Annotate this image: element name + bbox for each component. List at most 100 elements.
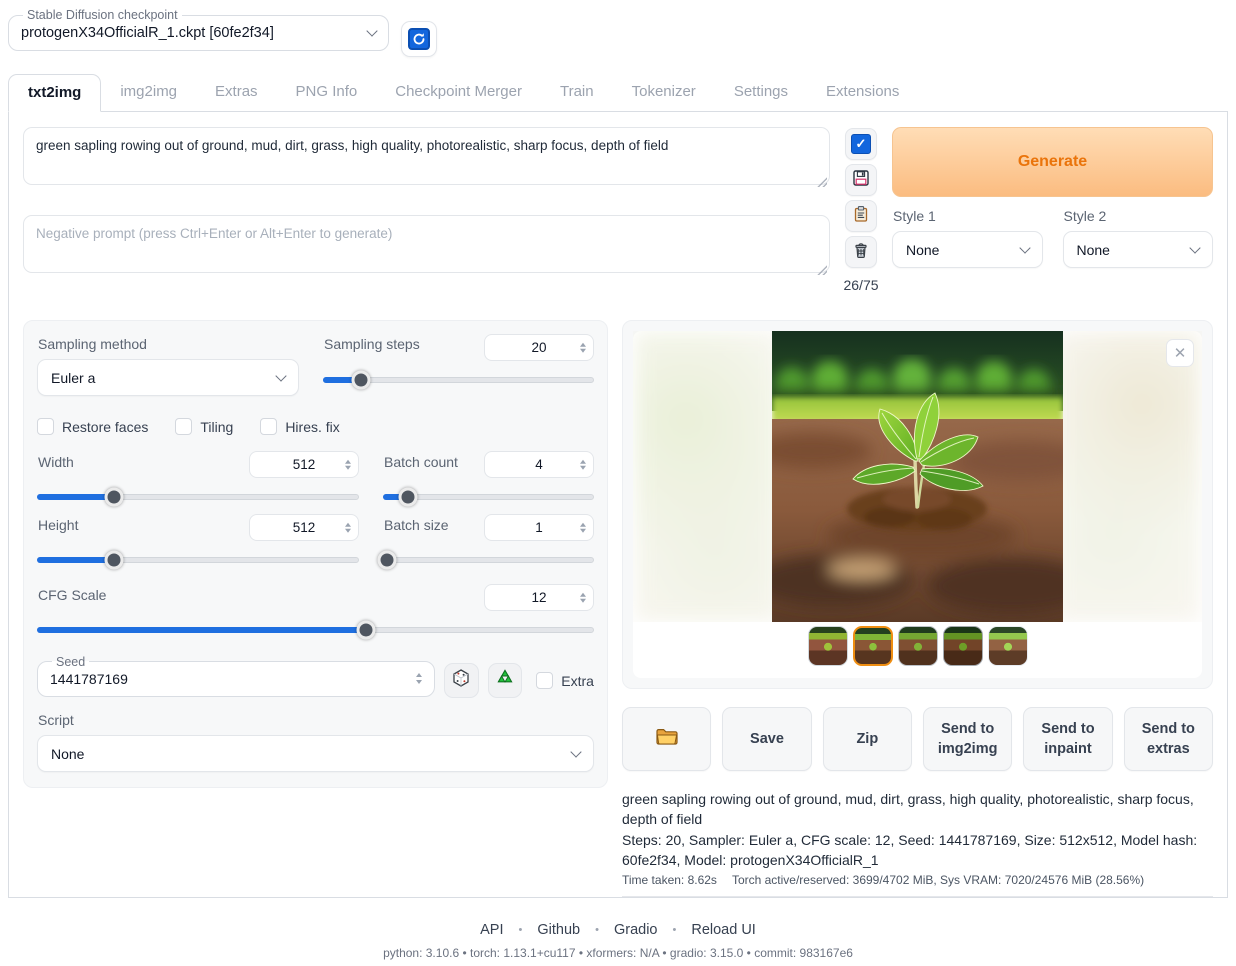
number-spinner[interactable] <box>345 522 351 533</box>
refresh-icon <box>408 28 430 50</box>
tab-settings[interactable]: Settings <box>715 74 807 111</box>
slider-thumb[interactable] <box>351 371 370 390</box>
width-slider[interactable] <box>37 488 359 506</box>
open-folder-button[interactable] <box>622 707 711 771</box>
style1-value: None <box>906 242 939 258</box>
slider-thumb[interactable] <box>356 621 375 640</box>
tab-img2img[interactable]: img2img <box>101 74 196 111</box>
extra-seed-checkbox[interactable]: Extra <box>536 672 594 689</box>
main-tabs: txt2img img2img Extras PNG Info Checkpoi… <box>8 74 1228 112</box>
version-info: python: 3.10.6 • torch: 1.13.1+cu117 • x… <box>8 946 1228 960</box>
close-icon[interactable]: ✕ <box>1166 339 1194 367</box>
folder-icon <box>655 726 679 752</box>
slider-thumb[interactable] <box>378 551 397 570</box>
checkbox-icon <box>37 418 54 435</box>
separator-dot: • <box>673 924 677 936</box>
slider-thumb[interactable] <box>105 488 124 507</box>
tab-txt2img[interactable]: txt2img <box>8 74 101 112</box>
restore-faces-checkbox[interactable]: Restore faces <box>37 418 148 435</box>
cfg-scale-label: CFG Scale <box>38 587 106 603</box>
apply-params-icon: ✓ <box>851 134 871 154</box>
height-slider[interactable] <box>37 551 359 569</box>
slider-thumb[interactable] <box>399 488 418 507</box>
cfg-scale-slider[interactable] <box>37 621 594 639</box>
clear-prompt-button[interactable] <box>845 236 877 268</box>
batch-count-slider[interactable] <box>383 488 594 506</box>
zip-button[interactable]: Zip <box>823 707 912 771</box>
preview-backdrop-right <box>1055 331 1200 622</box>
sampling-method-dropdown[interactable]: Euler a <box>37 359 299 396</box>
width-input[interactable]: 512 <box>249 451 359 478</box>
send-to-extras-button[interactable]: Send to extras <box>1124 707 1213 771</box>
width-label: Width <box>38 454 74 470</box>
hires-fix-checkbox[interactable]: Hires. fix <box>260 418 339 435</box>
info-prompt-text: green sapling rowing out of ground, mud,… <box>622 789 1213 830</box>
output-column: ✕ <box>622 320 1213 897</box>
height-label: Height <box>38 517 78 533</box>
save-button[interactable]: Save <box>722 707 811 771</box>
thumbnail-strip <box>633 622 1202 670</box>
tab-train[interactable]: Train <box>541 74 613 111</box>
generate-button[interactable]: Generate <box>892 127 1213 197</box>
batch-size-slider[interactable] <box>383 551 594 569</box>
batch-count-input[interactable]: 4 <box>484 451 594 478</box>
thumbnail-1[interactable] <box>808 626 848 666</box>
tab-tokenizer[interactable]: Tokenizer <box>613 74 715 111</box>
script-dropdown[interactable]: None <box>37 735 594 772</box>
style1-dropdown[interactable]: None <box>892 231 1043 268</box>
script-value: None <box>51 746 84 762</box>
number-spinner[interactable] <box>580 459 586 470</box>
tiling-checkbox[interactable]: Tiling <box>175 418 233 435</box>
footer-link-api[interactable]: API <box>480 922 503 938</box>
token-counter: 26/75 <box>843 277 878 293</box>
cfg-scale-input[interactable]: 12 <box>484 584 594 611</box>
height-input[interactable]: 512 <box>249 514 359 541</box>
batch-size-input[interactable]: 1 <box>484 514 594 541</box>
separator-dot: • <box>519 924 523 936</box>
apply-style-button[interactable] <box>845 200 877 232</box>
prompt-input[interactable]: green sapling rowing out of ground, mud,… <box>23 127 830 185</box>
reuse-seed-button[interactable] <box>488 663 523 698</box>
style1-label: Style 1 <box>893 208 1043 224</box>
number-spinner[interactable] <box>345 459 351 470</box>
save-style-button[interactable] <box>845 164 877 196</box>
footer-link-github[interactable]: Github <box>537 922 580 938</box>
generation-info: green sapling rowing out of ground, mud,… <box>622 789 1213 897</box>
send-to-img2img-button[interactable]: Send to img2img <box>923 707 1012 771</box>
send-to-inpaint-button[interactable]: Send to inpaint <box>1023 707 1112 771</box>
checkpoint-value: protogenX34OfficialR_1.ckpt [60fe2f34] <box>21 25 274 41</box>
tab-png-info[interactable]: PNG Info <box>277 74 377 111</box>
random-seed-button[interactable] <box>444 663 479 698</box>
floppy-disk-icon <box>852 169 870 192</box>
number-spinner[interactable] <box>416 673 422 684</box>
sampling-steps-slider[interactable] <box>323 371 594 389</box>
tab-extensions[interactable]: Extensions <box>807 74 918 111</box>
footer-link-gradio[interactable]: Gradio <box>614 922 658 938</box>
seed-label: Seed <box>52 655 89 669</box>
sd-webui: Stable Diffusion checkpoint protogenX34O… <box>0 0 1236 966</box>
thumbnail-4[interactable] <box>943 626 983 666</box>
number-spinner[interactable] <box>580 342 586 353</box>
style2-dropdown[interactable]: None <box>1063 231 1214 268</box>
dice-icon <box>451 668 471 693</box>
thumbnail-3[interactable] <box>898 626 938 666</box>
footer: API • Github • Gradio • Reload UI python… <box>8 898 1228 966</box>
refresh-checkpoints-button[interactable] <box>401 21 437 57</box>
apply-params-button[interactable]: ✓ <box>845 128 877 160</box>
seed-input[interactable]: Seed 1441787169 <box>37 655 435 697</box>
number-spinner[interactable] <box>580 522 586 533</box>
thumbnail-2-selected[interactable] <box>853 626 893 666</box>
sampling-steps-input[interactable]: 20 <box>484 334 594 361</box>
thumbnail-5[interactable] <box>988 626 1028 666</box>
style2-value: None <box>1077 242 1110 258</box>
sampling-steps-label: Sampling steps <box>324 336 420 352</box>
number-spinner[interactable] <box>580 592 586 603</box>
slider-thumb[interactable] <box>105 551 124 570</box>
negative-prompt-input[interactable] <box>23 215 830 273</box>
tab-checkpoint-merger[interactable]: Checkpoint Merger <box>376 74 541 111</box>
time-taken-text: Time taken: 8.62s <box>622 873 717 887</box>
generated-image[interactable] <box>772 331 1063 622</box>
tab-extras[interactable]: Extras <box>196 74 277 111</box>
checkpoint-dropdown[interactable]: Stable Diffusion checkpoint protogenX34O… <box>8 8 389 51</box>
footer-link-reload-ui[interactable]: Reload UI <box>691 922 755 938</box>
